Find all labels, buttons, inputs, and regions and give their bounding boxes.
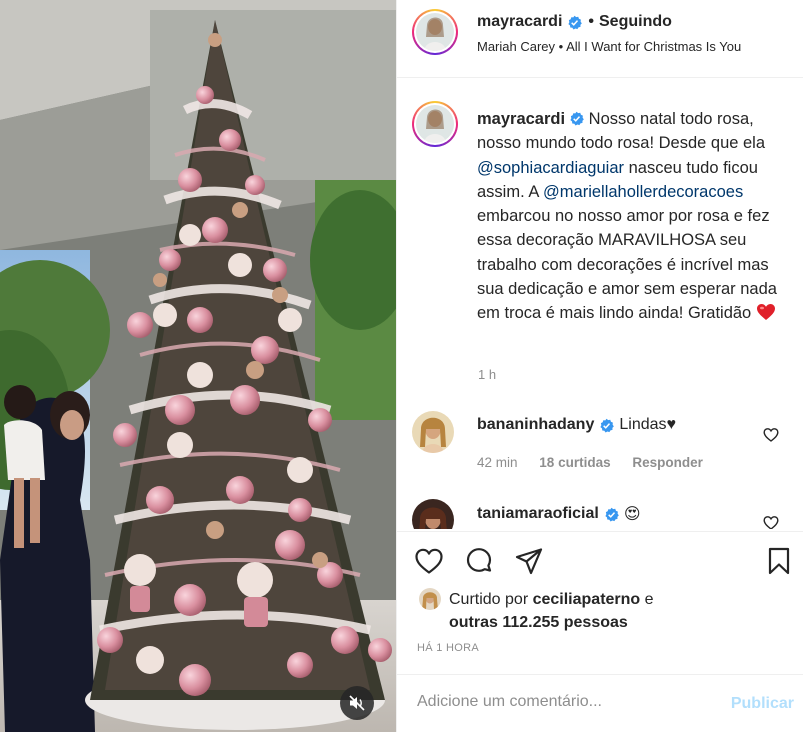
caption-text: mayracardi Nosso natal todo rosa, nosso … xyxy=(477,107,797,326)
following-button[interactable]: Seguindo xyxy=(599,13,672,31)
caption-part-3: embarcou no nosso amor por rosa e fez es… xyxy=(477,207,777,323)
commenter-username[interactable]: taniamaraoficial xyxy=(477,505,599,523)
liker-username[interactable]: ceciliapaterno xyxy=(533,591,641,608)
author-avatar-story-ring[interactable] xyxy=(412,9,458,55)
bookmark-icon[interactable] xyxy=(764,546,794,576)
commenter-avatar[interactable] xyxy=(412,411,454,453)
song-separator: • xyxy=(558,39,564,54)
comments-list[interactable]: mayracardi Nosso natal todo rosa, nosso … xyxy=(397,79,803,529)
song-title: All I Want for Christmas Is You xyxy=(566,39,742,54)
caption-author-avatar xyxy=(416,105,454,143)
mention-mariellahollerdecoracoes[interactable]: @mariellahollerdecoracoes xyxy=(543,183,743,201)
verified-badge-icon xyxy=(570,111,584,126)
post-actions-bar xyxy=(397,531,803,591)
caption-avatar-story-ring[interactable] xyxy=(412,101,458,147)
caption-username[interactable]: mayracardi xyxy=(477,110,565,128)
author-line: mayracardi • Seguindo xyxy=(477,13,672,31)
song-artist: Mariah Carey xyxy=(477,39,556,54)
post-header: mayracardi • Seguindo Mariah Carey • All… xyxy=(397,0,803,78)
video-frame-christmas-tree xyxy=(0,0,396,732)
verified-badge-icon xyxy=(600,418,615,432)
reply-button[interactable]: Responder xyxy=(632,455,703,470)
mention-sophiacardiaguiar[interactable]: @sophiacardiaguiar xyxy=(477,159,624,177)
post-video[interactable] xyxy=(0,0,396,732)
comment-time: 42 min xyxy=(477,455,518,470)
comment-likes-count[interactable]: 18 curtidas xyxy=(539,455,610,470)
paper-plane-icon[interactable] xyxy=(514,546,544,576)
heart-outline-icon[interactable] xyxy=(414,546,444,576)
publish-button[interactable]: Publicar xyxy=(731,695,794,713)
likes-text: Curtido por ceciliapaterno e outras 112.… xyxy=(449,588,789,634)
post-timestamp[interactable]: HÁ 1 HORA xyxy=(417,642,479,654)
commenter-username[interactable]: bananinhadany xyxy=(477,416,594,434)
liked-by-prefix: Curtido por xyxy=(449,591,533,608)
comment-body: 😍 xyxy=(623,506,641,523)
comment-body: Lindas♥ xyxy=(619,416,677,433)
instagram-post-view: mayracardi • Seguindo Mariah Carey • All… xyxy=(0,0,803,732)
author-username[interactable]: mayracardi xyxy=(477,13,562,31)
comment-like-heart-icon[interactable] xyxy=(763,427,779,443)
comment-meta: 42 min 18 curtidas Responder xyxy=(477,455,721,470)
add-comment-bar: Publicar xyxy=(397,674,803,732)
speaker-muted-icon xyxy=(349,695,365,711)
separator-dot: • xyxy=(588,13,594,30)
others-likes-count[interactable]: outras 112.255 pessoas xyxy=(449,614,628,631)
post-details-panel: mayracardi • Seguindo Mariah Carey • All… xyxy=(396,0,803,732)
audio-track[interactable]: Mariah Carey • All I Want for Christmas … xyxy=(477,39,741,54)
liked-by-conj: e xyxy=(640,591,654,608)
comment-input[interactable] xyxy=(417,693,717,711)
comment-text-line: taniamaraoficial 😍 xyxy=(477,504,641,524)
caption-timestamp: 1 h xyxy=(478,367,497,382)
commenter-avatar[interactable] xyxy=(412,499,454,529)
author-avatar xyxy=(416,13,454,51)
liker-avatar[interactable] xyxy=(419,588,441,610)
red-heart-emoji-icon xyxy=(756,304,775,321)
comment-like-heart-icon[interactable] xyxy=(763,515,779,529)
verified-badge-icon xyxy=(605,507,619,521)
comment-text-line: bananinhadany Lindas♥ xyxy=(477,416,676,434)
mute-toggle-button[interactable] xyxy=(340,686,374,720)
speech-bubble-icon[interactable] xyxy=(464,546,494,576)
verified-badge-icon xyxy=(568,15,583,29)
